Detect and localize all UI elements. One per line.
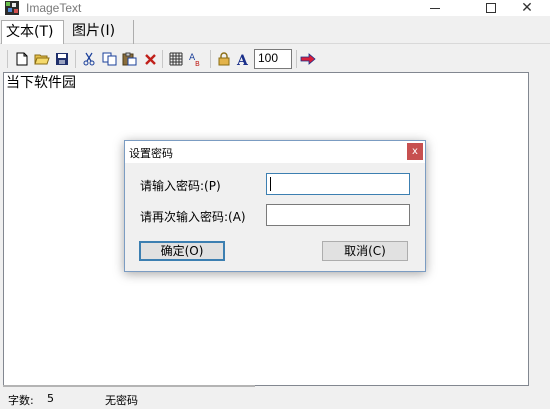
paste-icon[interactable] [120,50,138,68]
app-icon [5,1,19,15]
dialog-title-bar: 设置密码 x [125,141,425,163]
cancel-button[interactable]: 取消(C) [322,241,408,261]
tab-image[interactable]: 图片(I) [68,20,134,44]
password-label: 请输入密码:(P) [140,179,221,193]
font-icon[interactable]: A [234,50,252,68]
vertical-scrollbar[interactable] [530,72,547,386]
set-password-dialog: 设置密码 x 请输入密码:(P) 请再次输入密码:(A) 确定(O) 取消(C) [124,140,426,272]
close-button[interactable]: ✕ [504,0,550,16]
toolbar: AB A 100 [0,48,550,72]
svg-text:A: A [236,53,249,66]
tab-text[interactable]: 文本(T) [1,20,64,44]
editor-content: 当下软件园 [6,75,76,91]
toolbar-separator [296,50,297,68]
maximize-icon [486,3,496,13]
password-status: 无密码 [105,394,138,407]
window-title: ImageText [26,1,82,15]
char-count-label: 字数: [8,394,34,407]
minimize-icon [430,7,440,9]
confirm-password-label: 请再次输入密码:(A) [140,210,246,224]
toolbar-separator [210,50,211,68]
password-input[interactable] [266,173,410,195]
minimize-button[interactable] [412,0,458,16]
toolbar-separator [7,50,8,68]
save-icon[interactable] [53,50,71,68]
close-icon: x [412,146,418,157]
toolbar-separator [162,50,163,68]
arrow-right-icon[interactable] [299,50,317,68]
cut-icon[interactable] [80,50,98,68]
title-bar: ImageText ✕ [0,0,550,16]
confirm-password-input[interactable] [266,204,410,226]
dialog-title: 设置密码 [129,147,173,160]
lock-icon[interactable] [215,50,233,68]
toolbar-separator [75,50,76,68]
grid-icon[interactable] [167,50,185,68]
text-color-icon[interactable]: AB [188,50,206,68]
close-icon: ✕ [521,0,533,16]
status-bar: 字数: 5 无密码 [0,389,550,409]
open-folder-icon[interactable] [33,50,51,68]
copy-icon[interactable] [100,50,118,68]
text-caret [270,177,271,191]
char-count-value: 5 [47,392,54,405]
ok-button[interactable]: 确定(O) [139,241,225,261]
svg-text:B: B [195,60,200,67]
delete-icon[interactable] [141,50,159,68]
horizontal-scrollbar[interactable] [3,385,255,387]
tab-bar: 文本(T) 图片(I) [0,18,550,44]
dialog-close-button[interactable]: x [407,143,423,160]
new-file-icon[interactable] [13,50,31,68]
zoom-input[interactable]: 100 [254,49,292,69]
